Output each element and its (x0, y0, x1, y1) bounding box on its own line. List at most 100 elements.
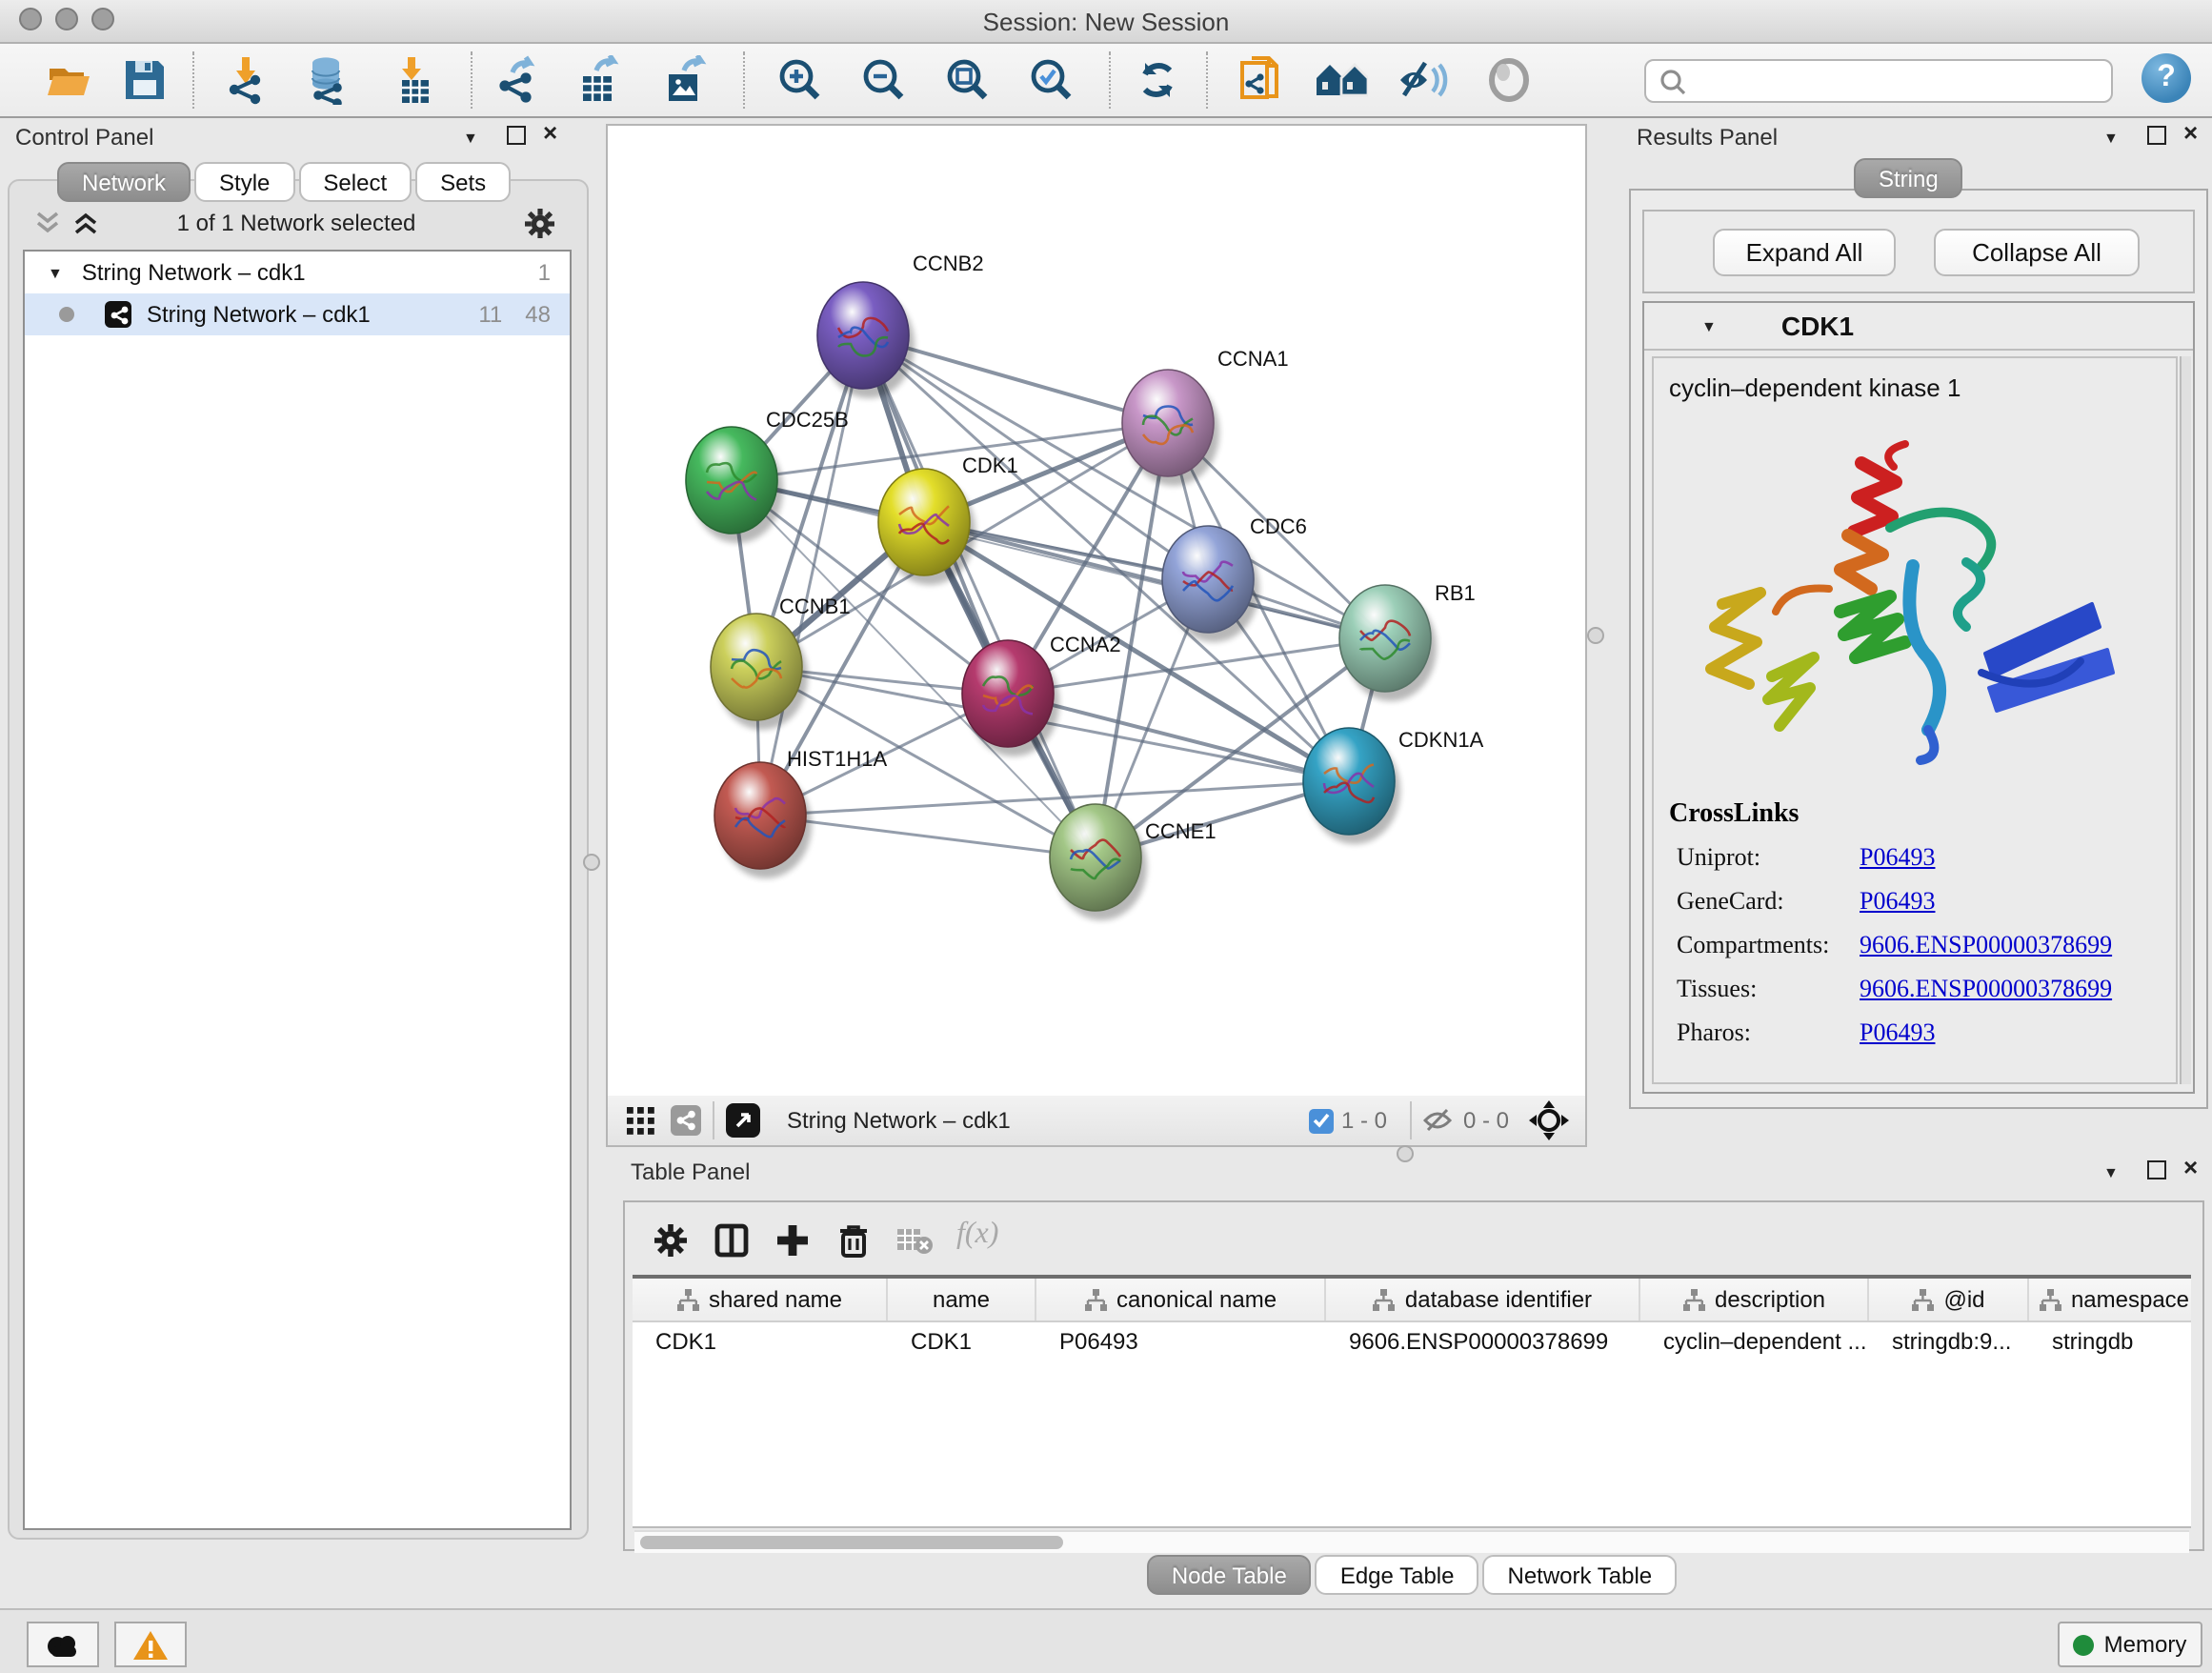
panel-close-icon[interactable]: × (2183, 1159, 2198, 1178)
table-cell[interactable]: CDK1 (633, 1328, 888, 1355)
results-scrollbar[interactable] (2180, 356, 2191, 1084)
protein-section-header[interactable]: ▼ CDK1 (1644, 303, 2193, 351)
panel-menu-icon[interactable]: ▼ (463, 130, 478, 147)
column-header-shared-name[interactable]: shared name (633, 1279, 888, 1320)
table-cell[interactable]: stringdb (2029, 1328, 2191, 1355)
table-hscrollbar[interactable] (634, 1530, 2189, 1553)
share-document-icon[interactable] (1235, 53, 1288, 107)
import-network-icon[interactable] (221, 53, 274, 107)
show-columns-icon[interactable] (709, 1218, 754, 1263)
column-header-canonical-name[interactable]: canonical name (1036, 1279, 1326, 1320)
column-header-name[interactable]: name (888, 1279, 1036, 1320)
splitter-handle[interactable] (1587, 627, 1604, 644)
export-table-icon[interactable] (572, 53, 625, 107)
help-icon[interactable]: ? (2142, 53, 2191, 103)
tab-style[interactable]: Style (194, 162, 294, 202)
zoom-selected-icon[interactable] (1025, 53, 1078, 107)
table-cell[interactable]: cyclin–dependent ... (1640, 1328, 1869, 1355)
panel-float-icon[interactable] (2147, 126, 2166, 145)
birdseye-grid-icon[interactable] (627, 1106, 655, 1135)
add-column-icon[interactable] (770, 1218, 815, 1263)
zoom-out-icon[interactable] (857, 53, 911, 107)
network-node-ccna2[interactable]: CCNA2 (962, 633, 1121, 756)
panel-menu-icon[interactable]: ▼ (2103, 130, 2119, 147)
network-node-ccne1[interactable]: CCNE1 (1050, 804, 1217, 920)
refresh-icon[interactable] (1132, 53, 1185, 107)
crosshair-icon[interactable] (1528, 1099, 1570, 1141)
table-cell[interactable]: 9606.ENSP00000378699 (1326, 1328, 1640, 1355)
status-bar: Memory (0, 1608, 2212, 1673)
tree-expander-icon[interactable]: ▼ (48, 264, 63, 281)
splitter-handle[interactable] (583, 854, 600, 871)
network-node-ccnb2[interactable]: CCNB2 (817, 252, 984, 398)
gear-icon[interactable] (524, 208, 556, 240)
splitter-handle[interactable] (1397, 1145, 1414, 1162)
zoom-in-icon[interactable] (774, 53, 827, 107)
import-database-icon[interactable] (301, 53, 354, 107)
export-network-icon[interactable] (492, 53, 545, 107)
tab-node-table[interactable]: Node Table (1147, 1555, 1312, 1595)
crosslink-link[interactable]: 9606.ENSP00000378699 (1860, 974, 2112, 1004)
node-label-cdkn1a: CDKN1A (1398, 728, 1484, 752)
zoom-fit-icon[interactable] (941, 53, 995, 107)
table-cell[interactable]: CDK1 (888, 1328, 1036, 1355)
network-node-cdc6[interactable]: CDC6 (1162, 514, 1307, 642)
panel-float-icon[interactable] (507, 126, 526, 145)
panel-close-icon[interactable]: × (543, 124, 557, 143)
panel-close-icon[interactable]: × (2183, 124, 2198, 143)
column-header-database-identifier[interactable]: database identifier (1326, 1279, 1640, 1320)
network-node-cdkn1a[interactable]: CDKN1A (1303, 728, 1484, 844)
open-file-icon[interactable] (42, 53, 95, 107)
table-gear-icon[interactable] (648, 1218, 694, 1263)
network-view-title: String Network – cdk1 (787, 1107, 1011, 1134)
expand-all-button[interactable]: Expand All (1713, 229, 1896, 276)
panel-float-icon[interactable] (2147, 1160, 2166, 1179)
table-cell[interactable]: P06493 (1036, 1328, 1326, 1355)
collapse-all-button[interactable]: Collapse All (1934, 229, 2140, 276)
search-input[interactable] (1694, 63, 2111, 99)
memory-button[interactable]: Memory (2058, 1622, 2202, 1667)
highlight-eye-icon[interactable] (1482, 53, 1536, 107)
table-hscrollbar-thumb[interactable] (640, 1536, 1063, 1549)
network-edge[interactable] (924, 522, 1385, 638)
import-table-icon[interactable] (389, 53, 442, 107)
network-node-hist1h1a[interactable]: HIST1H1A (714, 747, 887, 878)
table-cell[interactable]: stringdb:9... (1869, 1328, 2029, 1355)
crosslink-link[interactable]: P06493 (1860, 842, 1935, 873)
tab-sets[interactable]: Sets (415, 162, 511, 202)
panel-menu-icon[interactable]: ▼ (2103, 1164, 2119, 1181)
tab-network[interactable]: Network (57, 162, 191, 202)
section-expander-icon[interactable]: ▼ (1701, 317, 1717, 334)
warning-button[interactable] (114, 1622, 187, 1667)
network-node-ccna1[interactable]: CCNA1 (1122, 347, 1289, 486)
tab-select[interactable]: Select (298, 162, 412, 202)
network-collection-row[interactable]: ▼ String Network – cdk1 1 (25, 252, 570, 293)
protein-structure-image (1680, 429, 2157, 772)
network-node-rb1[interactable]: RB1 (1339, 581, 1476, 701)
crosslink-link[interactable]: P06493 (1860, 1018, 1935, 1048)
column-header-description[interactable]: description (1640, 1279, 1869, 1320)
tab-edge-table[interactable]: Edge Table (1316, 1555, 1479, 1595)
network-row[interactable]: String Network – cdk1 11 48 (25, 293, 570, 335)
hidden-count: 0 - 0 (1463, 1107, 1509, 1134)
save-session-icon[interactable] (118, 53, 171, 107)
home-pages-icon[interactable] (1315, 53, 1368, 107)
control-panel-title: Control Panel (15, 124, 153, 151)
export-image-icon[interactable] (657, 53, 711, 107)
selected-checkbox-icon[interactable] (1309, 1108, 1334, 1133)
network-edge[interactable] (760, 781, 1349, 816)
table-row[interactable]: CDK1CDK1P064939606.ENSP00000378699cyclin… (633, 1322, 2191, 1361)
network-edge[interactable] (863, 335, 1096, 857)
hide-unhide-icon[interactable] (1397, 53, 1450, 107)
cloud-button[interactable] (27, 1622, 99, 1667)
detach-view-icon[interactable] (726, 1103, 760, 1138)
network-share-icon[interactable] (671, 1105, 701, 1136)
delete-column-icon[interactable] (831, 1218, 876, 1263)
column-header--id[interactable]: @id (1869, 1279, 2029, 1320)
network-canvas[interactable]: CCNB2CCNA1CDC25BCDK1CDC6RB1CCNB1CCNA2CDK… (606, 124, 1587, 1098)
crosslink-link[interactable]: P06493 (1860, 886, 1935, 917)
column-header-namespace[interactable]: namespace (2029, 1279, 2191, 1320)
crosslink-link[interactable]: 9606.ENSP00000378699 (1860, 930, 2112, 960)
tab-network-table[interactable]: Network Table (1483, 1555, 1678, 1595)
tab-string[interactable]: String (1854, 158, 1963, 198)
